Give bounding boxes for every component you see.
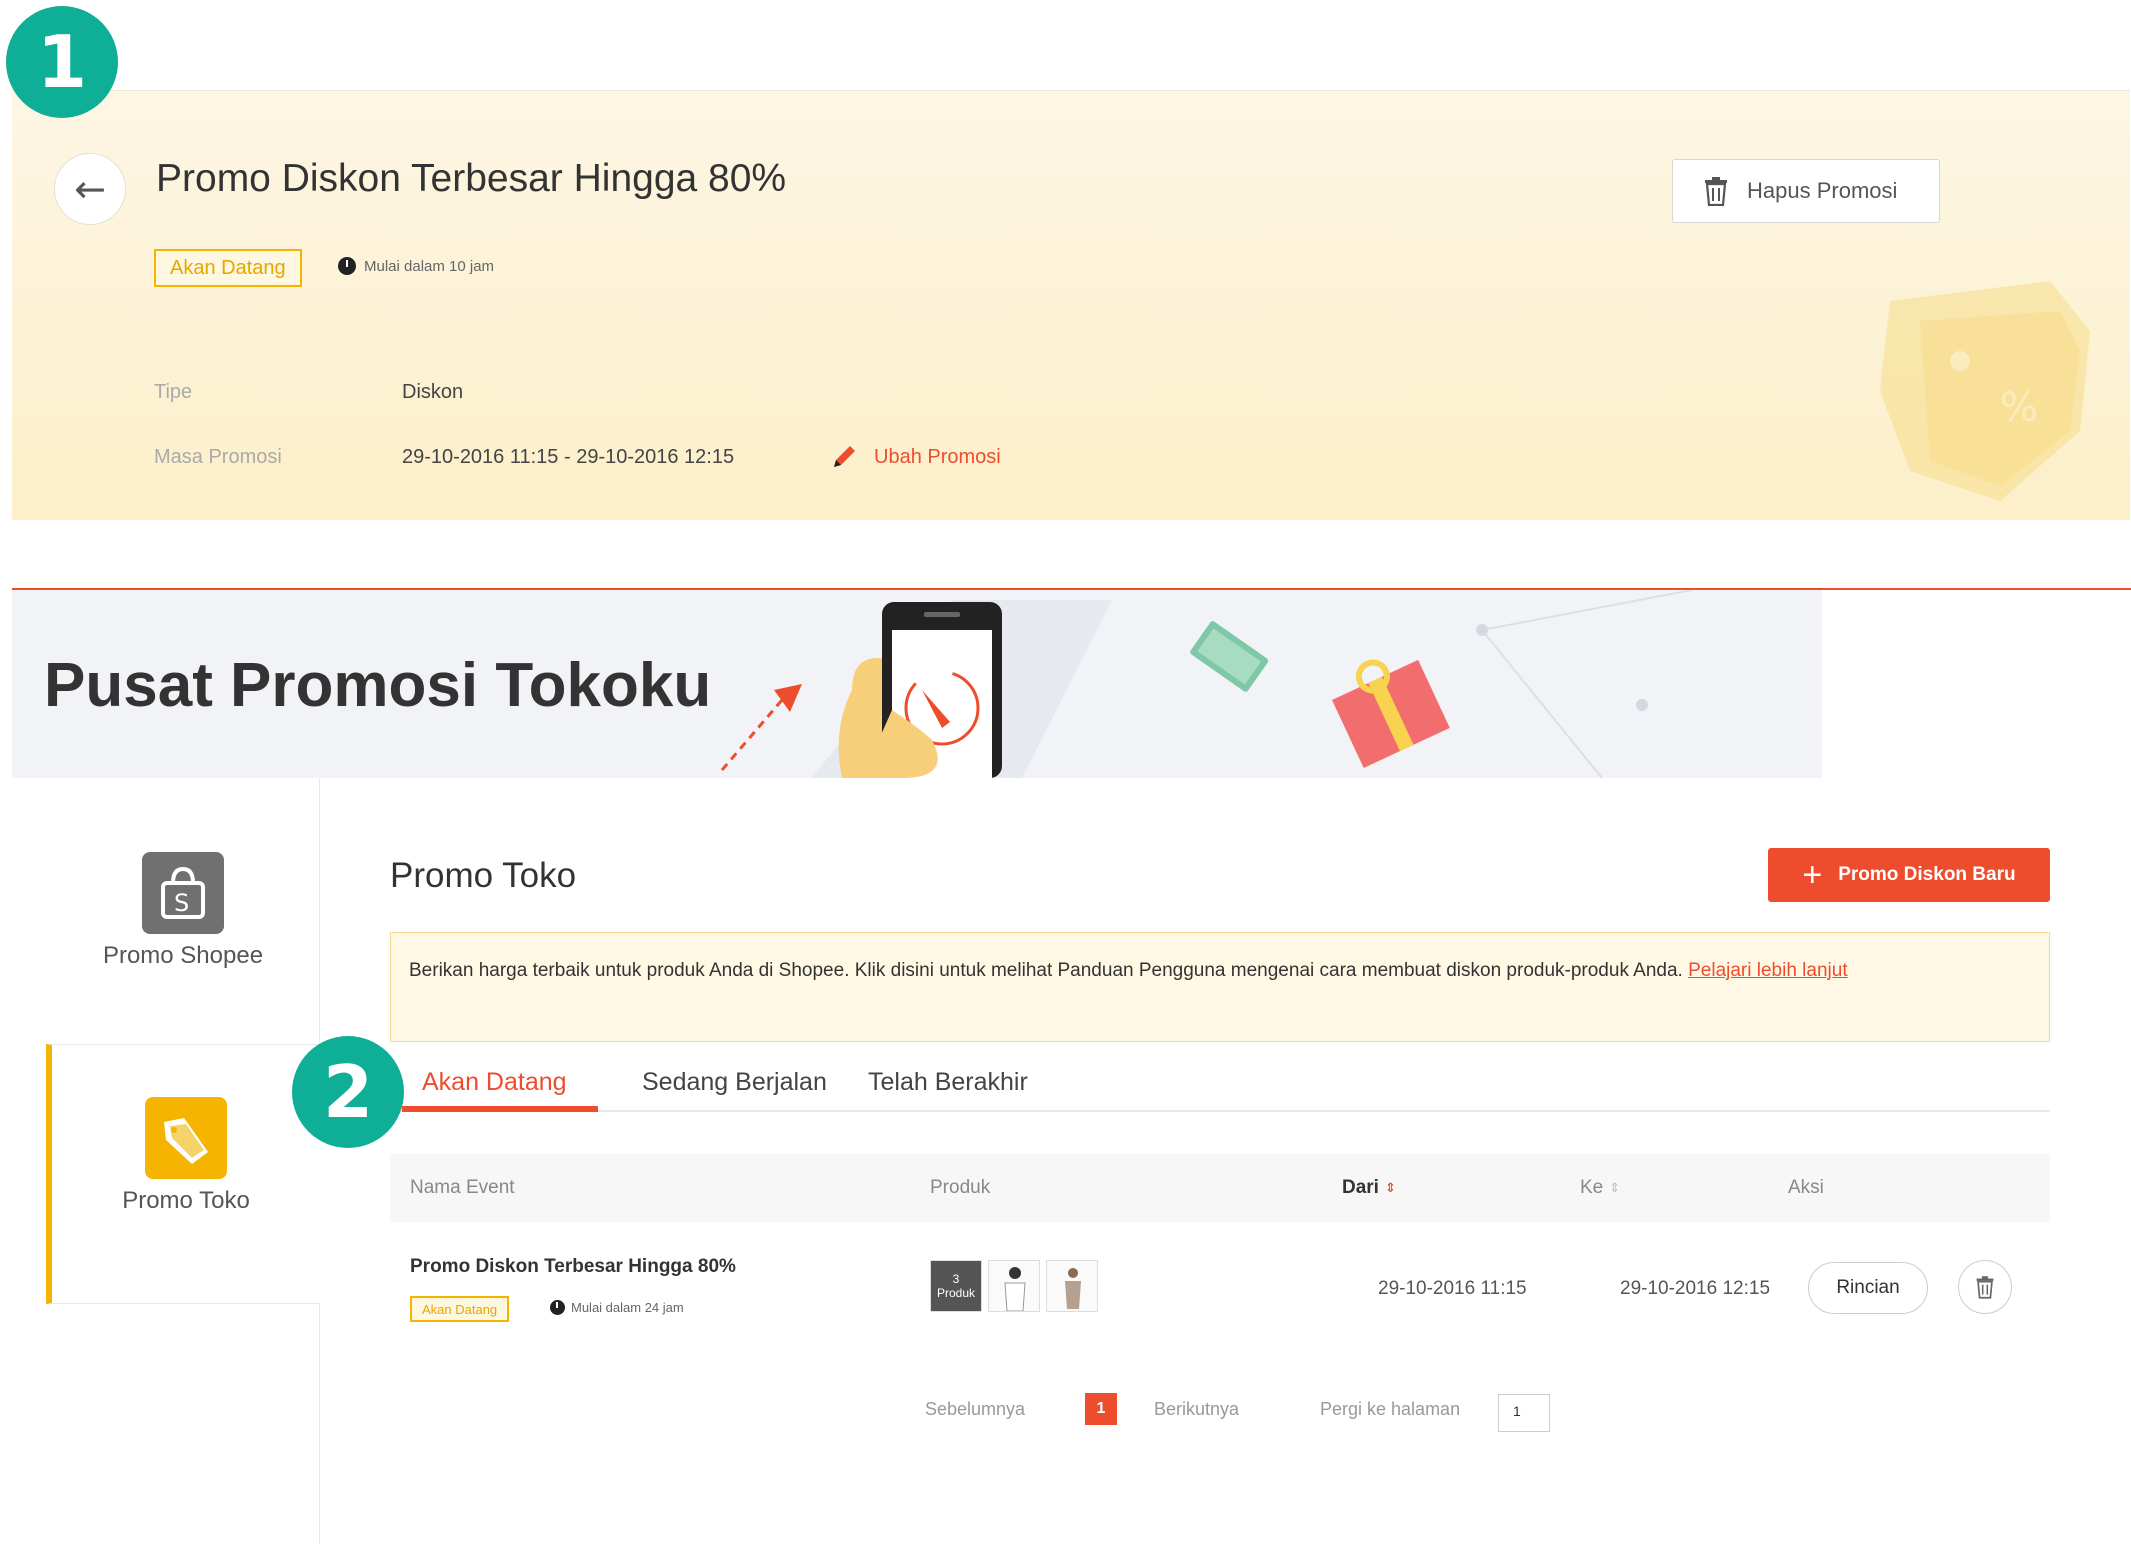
column-header-from[interactable]: Dari ⇕ (1342, 1154, 1396, 1222)
pagination: Sebelumnya 1 Berikutnya Pergi ke halaman… (320, 1386, 2131, 1432)
page-title: Promo Toko (390, 856, 577, 895)
column-header-name: Nama Event (410, 1177, 515, 1198)
svg-text:%: % (2000, 385, 2038, 431)
column-header-to[interactable]: Ke ⇕ (1580, 1154, 1620, 1222)
countdown-text: Mulai dalam 10 jam (364, 257, 495, 275)
banner-title: Pusat Promosi Tokoku (44, 651, 712, 720)
product-thumbnails: 3 Produk (930, 1260, 1098, 1312)
goto-page-label: Pergi ke halaman (1320, 1398, 1461, 1419)
type-label: Tipe (154, 381, 193, 403)
product-thumbnail[interactable]: 3 Produk (930, 1260, 982, 1312)
product-count: 3 (952, 1272, 960, 1286)
sort-icon: ⇕ (1609, 1180, 1621, 1195)
shop-tag-icon (145, 1097, 227, 1179)
sidebar-item-label: Promo Shopee (102, 942, 264, 969)
column-header-product: Produk (930, 1177, 991, 1198)
product-count-label: Produk (936, 1286, 976, 1300)
column-header-to-label: Ke (1580, 1177, 1604, 1198)
discount-tag-watermark-icon: % (1880, 281, 2090, 501)
new-discount-promo-button[interactable]: + Promo Diskon Baru (1768, 848, 2050, 902)
trash-icon (1976, 1276, 1994, 1299)
event-name: Promo Diskon Terbesar Hingga 80% (410, 1256, 736, 1277)
edit-promo-link[interactable]: Ubah Promosi (830, 443, 1001, 471)
promo-tabs: Akan Datang Sedang Berjalan Telah Berakh… (390, 1052, 2050, 1112)
learn-more-link[interactable]: Pelajari lebih lanjut (1688, 960, 1848, 981)
type-value: Diskon (402, 381, 464, 403)
edit-promo-label: Ubah Promosi (874, 445, 1001, 468)
status-badge: Akan Datang (154, 249, 302, 287)
period-value: 29-10-2016 11:15 - 29-10-2016 12:15 (402, 446, 735, 468)
countdown: Mulai dalam 10 jam (338, 257, 494, 275)
step-badge-2: 2 (292, 1036, 404, 1148)
sidebar-item-promo-toko[interactable]: Promo Toko (46, 1044, 320, 1304)
trash-icon (1705, 177, 1727, 206)
arrow-left-icon: ← (74, 167, 106, 211)
sidebar-item-promo-shopee[interactable]: S Promo Shopee (46, 852, 320, 970)
svg-text:S: S (174, 889, 189, 917)
new-discount-promo-label: Promo Diskon Baru (1838, 864, 2016, 885)
column-header-from-label: Dari (1342, 1177, 1379, 1198)
promo-detail-panel: ← Promo Diskon Terbesar Hingga 80% Hapus… (12, 90, 2130, 520)
start-date: 29-10-2016 11:15 (1378, 1278, 1527, 1299)
countdown: Mulai dalam 24 jam (550, 1300, 684, 1315)
table-row: Promo Diskon Terbesar Hingga 80% Akan Da… (390, 1222, 2050, 1352)
end-date: 29-10-2016 12:15 (1620, 1278, 1771, 1299)
countdown-text: Mulai dalam 24 jam (571, 1300, 684, 1315)
tab-akan-datang[interactable]: Akan Datang (422, 1052, 567, 1112)
product-thumbnail[interactable] (988, 1260, 1040, 1312)
goto-page-input[interactable]: 1 (1498, 1394, 1550, 1432)
pencil-icon (834, 446, 855, 467)
delete-promo-label: Hapus Promosi (1747, 178, 1898, 203)
delete-promo-button[interactable]: Hapus Promosi (1672, 159, 1940, 223)
table-header: Nama Event Produk Dari ⇕ Ke ⇕ Aksi (390, 1154, 2050, 1222)
detail-button[interactable]: Rincian (1808, 1262, 1928, 1314)
promo-center-banner: Pusat Promosi Tokoku (12, 590, 1822, 778)
promo-title: Promo Diskon Terbesar Hingga 80% (156, 157, 787, 200)
product-thumbnail[interactable] (1046, 1260, 1098, 1312)
goto-page-field: 1 (1498, 1390, 1550, 1436)
main-content: Promo Toko + Promo Diskon Baru Berikan h… (320, 778, 2131, 1544)
shopee-bag-icon: S (142, 852, 224, 934)
sidebar: S Promo Shopee Promo Toko (46, 778, 320, 1544)
current-page-button[interactable]: 1 (1085, 1393, 1117, 1425)
plus-icon: + (1802, 856, 1823, 894)
active-tab-indicator (402, 1106, 598, 1112)
period-label: Masa Promosi (154, 446, 282, 468)
product-photo-icon (1004, 1267, 1026, 1311)
delete-row-button[interactable] (1958, 1260, 2012, 1314)
product-photo-icon (1065, 1268, 1081, 1309)
prev-page-button[interactable]: Sebelumnya (925, 1386, 1025, 1432)
sidebar-item-label: Promo Toko (122, 1187, 250, 1214)
column-header-action: Aksi (1788, 1177, 1824, 1198)
info-text: Berikan harga terbaik untuk produk Anda … (409, 960, 1689, 981)
clock-icon (338, 257, 356, 275)
clock-icon (550, 1300, 565, 1315)
status-badge: Akan Datang (410, 1296, 510, 1322)
info-banner: Berikan harga terbaik untuk produk Anda … (390, 932, 2050, 1042)
next-page-button[interactable]: Berikutnya (1154, 1386, 1239, 1432)
banner-illustration-icon (720, 590, 1693, 778)
page-number: 1 (1085, 1386, 1117, 1432)
sort-icon: ⇕ (1384, 1180, 1396, 1195)
back-button[interactable]: ← (54, 153, 126, 225)
step-badge-1: 1 (6, 6, 118, 118)
tab-telah-berakhir[interactable]: Telah Berakhir (868, 1052, 1028, 1112)
tab-sedang-berjalan[interactable]: Sedang Berjalan (642, 1052, 827, 1112)
